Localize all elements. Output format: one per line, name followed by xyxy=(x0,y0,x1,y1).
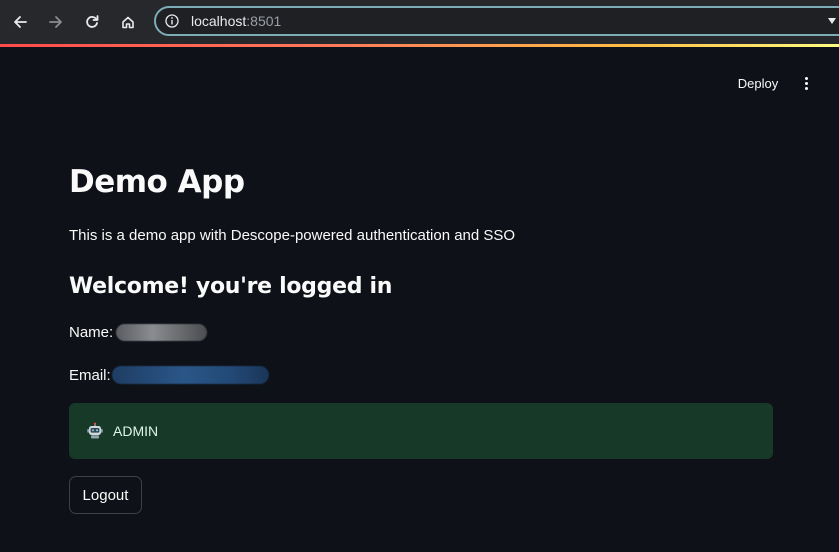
info-icon[interactable] xyxy=(165,14,179,28)
browser-toolbar: localhost:8501 xyxy=(0,0,839,44)
deploy-button[interactable]: Deploy xyxy=(727,70,789,96)
name-row: Name: xyxy=(69,324,208,341)
arrow-right-icon xyxy=(49,16,62,28)
redacted-email-value xyxy=(111,366,269,384)
page-description: This is a demo app with Descope-powered … xyxy=(69,227,516,244)
vertical-dots-icon xyxy=(804,76,808,80)
url-host: localhost xyxy=(191,13,247,29)
reload-icon xyxy=(86,15,99,28)
chevron-down-icon[interactable] xyxy=(828,18,836,24)
welcome-heading: Welcome! you're logged in xyxy=(69,274,393,299)
main-menu-button[interactable] xyxy=(796,71,816,95)
decoration-stripe xyxy=(0,44,839,47)
address-bar[interactable]: localhost:8501 xyxy=(154,6,839,36)
menu-dot xyxy=(804,81,808,85)
email-label: Email: xyxy=(69,366,111,384)
home-icon xyxy=(122,16,134,29)
redacted-name-value xyxy=(116,324,208,341)
forward-button[interactable] xyxy=(44,10,68,34)
logout-button[interactable]: Logout xyxy=(69,476,142,514)
robot-icon xyxy=(87,422,103,439)
url-text[interactable]: localhost:8501 xyxy=(191,13,281,29)
role-text: ADMIN xyxy=(113,423,159,439)
page-title: Demo App xyxy=(69,164,245,200)
arrow-left-icon xyxy=(14,16,27,28)
email-row: Email: xyxy=(69,366,269,384)
name-label: Name: xyxy=(69,324,114,341)
reload-button[interactable] xyxy=(80,10,104,34)
back-button[interactable] xyxy=(8,10,32,34)
role-alert: ADMIN xyxy=(69,403,773,459)
url-port: :8501 xyxy=(246,13,282,29)
menu-dot xyxy=(804,86,808,90)
home-button[interactable] xyxy=(116,10,140,34)
